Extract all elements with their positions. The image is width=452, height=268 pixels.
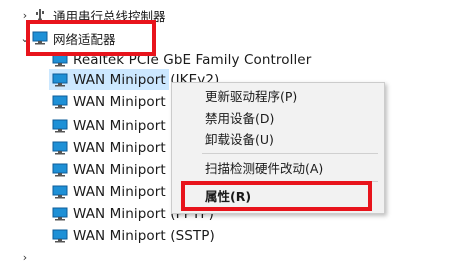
network-adapter-icon (52, 141, 68, 155)
device-item-wan[interactable]: WAN Miniport ( (52, 137, 176, 159)
network-adapter-icon (52, 207, 68, 221)
menu-item-update-driver[interactable]: 更新驱动程序(P) (205, 85, 297, 105)
network-adapter-icon (52, 95, 68, 109)
device-item-wan[interactable]: WAN Miniport ( (52, 115, 176, 137)
chevron-right-icon[interactable]: › (18, 246, 32, 268)
menu-separator (202, 153, 378, 154)
menu-item-disable-device[interactable]: 禁用设备(D) (205, 107, 274, 127)
menu-item-uninstall-device[interactable]: 卸载设备(U) (205, 128, 274, 148)
annotation-box-network-adapters (26, 20, 156, 56)
menu-item-scan-hardware[interactable]: 扫描检测硬件改动(A) (205, 157, 323, 177)
tree-item-partial[interactable]: › (18, 246, 32, 268)
device-label: WAN Miniport ( (73, 162, 176, 178)
device-label: WAN Miniport ( (73, 140, 176, 156)
device-item-wan-sstp[interactable]: WAN Miniport (SSTP) (52, 225, 215, 247)
network-adapter-icon (52, 119, 68, 133)
network-adapter-icon (52, 229, 68, 243)
network-adapter-icon (52, 185, 68, 199)
device-label: WAN Miniport ( (73, 118, 176, 134)
device-item-wan[interactable]: WAN Miniport ( (52, 181, 176, 203)
device-label: WAN Miniport ( (73, 184, 176, 200)
network-adapter-icon (52, 73, 68, 87)
device-label: WAN Miniport (SSTP) (73, 228, 215, 244)
device-item-wan[interactable]: WAN Miniport ( (52, 159, 176, 181)
network-adapter-icon (52, 163, 68, 177)
device-item-wan[interactable]: WAN Miniport ( (52, 91, 176, 113)
annotation-box-properties (181, 181, 372, 211)
device-label: WAN Miniport ( (73, 94, 176, 110)
